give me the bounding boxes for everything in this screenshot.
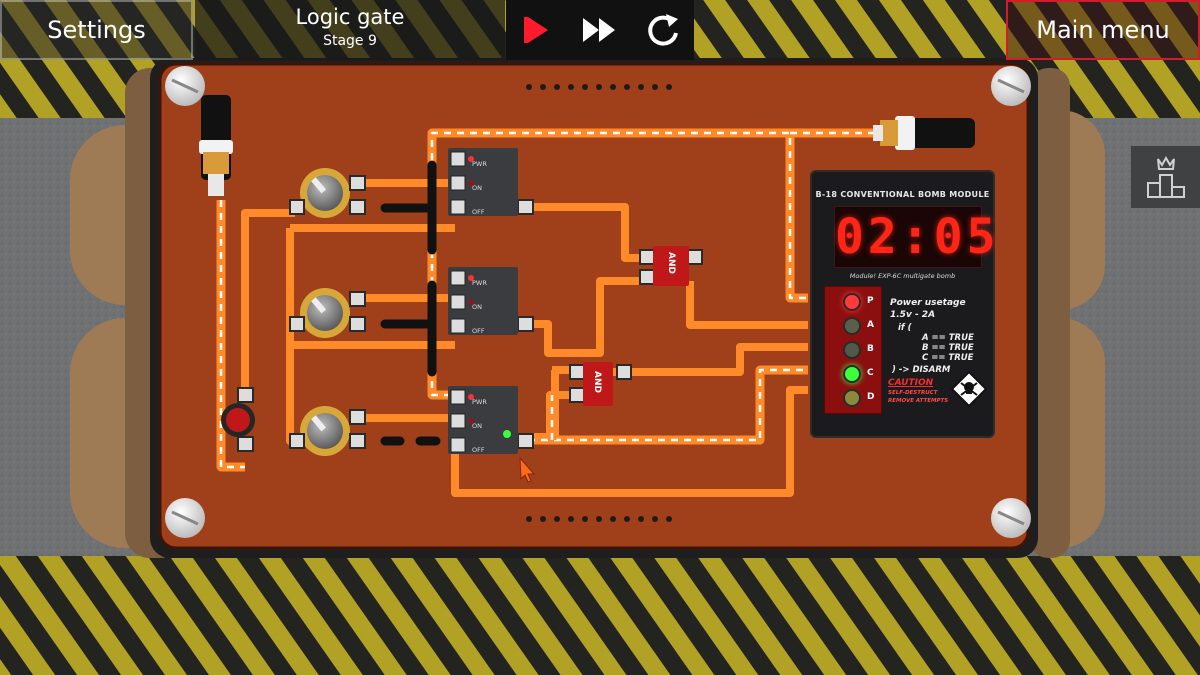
gate-chip-1-labels: PWR ON OFF <box>472 152 500 224</box>
lamp-p <box>843 293 861 311</box>
pin-on-label: ON <box>472 184 482 192</box>
if-label: if ( <box>898 323 912 333</box>
stage-label: Stage 9 <box>323 33 377 49</box>
lamp-b <box>843 341 861 359</box>
caution-sub-1: SELF-DESTRUCT <box>888 390 938 396</box>
gate-chip-2-labels: PWR ON OFF <box>472 271 500 343</box>
pin-off-label: OFF <box>472 327 485 335</box>
caution-sub-2: REMOVE ATTEMPTS <box>888 398 949 404</box>
pin-on-label: ON <box>472 422 482 430</box>
lamp-c <box>843 365 861 383</box>
module-title: B-18 CONVENTIONAL BOMB MODULE <box>815 190 990 199</box>
and-gate-2-label: AND <box>591 371 602 393</box>
push-button-red <box>221 403 255 437</box>
play-icon[interactable] <box>515 8 559 52</box>
module-subtitle: Module! EXP-6C multigate bomb <box>849 272 956 280</box>
disarm-label: ) -> DISARM <box>892 365 951 375</box>
gate-chip-3-labels: PWR ON OFF <box>472 390 500 462</box>
level-title: Logic gate <box>295 5 405 29</box>
lamp-b-label: B <box>867 344 874 354</box>
game-board-scene <box>0 0 1200 675</box>
ranking-button[interactable] <box>1131 146 1200 208</box>
condition-b: B == TRUE <box>922 343 974 353</box>
pin-pwr-label: PWR <box>472 279 487 287</box>
power-usage-value: 1.5v - 2A <box>890 310 936 320</box>
skull-hazard-icon <box>950 370 988 408</box>
countdown-timer: 02:05 <box>834 206 996 268</box>
condition-c: C == TRUE <box>922 353 974 363</box>
lamp-a <box>843 317 861 335</box>
pin-pwr-label: PWR <box>472 398 487 406</box>
lamp-p-label: P <box>867 296 874 306</box>
lamp-a-label: A <box>867 320 874 330</box>
caution-label: CAUTION <box>888 378 934 388</box>
pin-on-label: ON <box>472 303 482 311</box>
bomb-module: B-18 CONVENTIONAL BOMB MODULE 02:05 Modu… <box>810 170 996 438</box>
pin-pwr-label: PWR <box>472 160 487 168</box>
battery-right <box>873 116 975 150</box>
level-title-box: Logic gate Stage 9 <box>195 0 505 60</box>
pin-off-label: OFF <box>472 208 485 216</box>
ranking-podium-icon <box>1146 155 1185 198</box>
lamp-d <box>843 389 861 407</box>
power-usage-label: Power usetage <box>890 298 966 308</box>
fast-forward-icon[interactable] <box>578 8 622 52</box>
lamp-d-label: D <box>867 392 875 402</box>
condition-a: A == TRUE <box>922 333 974 343</box>
settings-button[interactable]: Settings <box>0 0 193 60</box>
playback-controls <box>506 0 694 60</box>
pin-off-label: OFF <box>472 446 485 454</box>
lamp-c-label: C <box>867 368 874 378</box>
status-lamp-panel: P A B C D <box>824 286 882 414</box>
main-menu-button[interactable]: Main menu <box>1006 0 1200 60</box>
restart-icon[interactable] <box>641 8 685 52</box>
and-gate-1-label: AND <box>665 252 676 274</box>
